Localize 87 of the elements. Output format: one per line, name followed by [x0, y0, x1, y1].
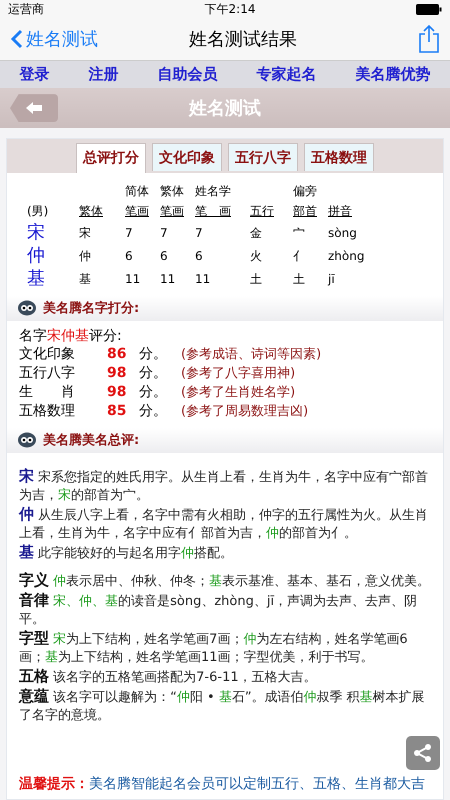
- arrow-left-icon: [25, 101, 43, 116]
- aspect-analysis: 五格 该名字的五格笔画搭配为7-6-11，五格大吉。: [19, 666, 318, 687]
- back-link[interactable]: 姓名测试: [10, 27, 98, 52]
- character-analysis: 仲 从生辰八字上看，名字中需有火相助，仲字的五行属性为火。从生肖上看，生肖为牛，名字中应有亻部首为吉，仲的部首为亻。: [19, 504, 430, 543]
- menu-link[interactable]: 专家起名: [256, 64, 316, 84]
- table-cell-text: 仲: [79, 248, 92, 265]
- table-cell-text: 7: [195, 224, 204, 242]
- column-header: 笔画: [160, 202, 185, 220]
- menu-link[interactable]: 自助会员: [158, 64, 218, 84]
- table-cell-text: 亻: [293, 248, 306, 265]
- score-value: 98: [107, 364, 128, 383]
- tab[interactable]: 五格数理: [304, 142, 374, 171]
- column-header: 五行: [250, 202, 275, 220]
- score-value: 85: [107, 402, 128, 421]
- table-cell-text: 11: [160, 270, 176, 288]
- aspect-analysis: 字型 宋为上下结构，姓名学笔画7画；仲为左右结构，姓名学笔画6画；基为上下结构，姓名学笔画11画；字型优美，利于书写。: [19, 628, 409, 667]
- column-header: 笔画: [125, 202, 150, 220]
- column-header: 拼音: [328, 202, 353, 220]
- table-cell-text: 火: [250, 248, 263, 265]
- table-cell-text: 7: [160, 224, 169, 242]
- score-unit: 分。: [139, 364, 168, 383]
- tip-text: 温馨提示：美名腾智能起名会员可以定制五行、五格、生肖都大吉: [19, 774, 426, 793]
- score-unit: 分。: [139, 382, 168, 402]
- share-icon[interactable]: [418, 24, 440, 54]
- mascot-icon: [17, 432, 37, 448]
- column-header: 偏旁: [293, 182, 318, 200]
- mascot-icon: [17, 300, 37, 316]
- table-cell-text: jī: [328, 270, 336, 288]
- table-cell-text: 土: [250, 270, 263, 288]
- column-header: 繁体: [160, 182, 185, 200]
- tab[interactable]: 文化印象: [152, 142, 222, 171]
- table-cell-text: 6: [125, 248, 134, 265]
- score-label: 文化印象: [19, 344, 76, 364]
- section-title: 美名腾美名总评:: [43, 432, 140, 449]
- score-unit: 分。: [139, 344, 168, 364]
- score-note: (参考成语、诗词等因素): [181, 346, 322, 364]
- score-intro: 名字宋仲基评分:: [19, 326, 123, 345]
- share-icon: [413, 743, 433, 763]
- table-cell-text: 6: [160, 248, 169, 265]
- score-note: (参考了生肖姓名学): [181, 384, 296, 402]
- column-header: 部首: [293, 202, 318, 220]
- nav-title: 姓名测试结果: [188, 28, 298, 52]
- menu-link[interactable]: 注册: [88, 64, 118, 84]
- character-analysis: 基 此字能较好的与起名用字仲搭配。: [19, 542, 234, 563]
- score-label: 五行八字: [19, 364, 76, 383]
- name-character: 宋: [27, 222, 46, 243]
- table-cell-text: 宋: [79, 224, 92, 242]
- table-cell-text: 土: [293, 270, 306, 288]
- column-header: 繁体: [79, 202, 104, 220]
- aspect-analysis: 意蕴 该名字可以趣解为：“仲阳 • 基石”。成语伯仲叔季 积基树本扩展了名字的意境。: [19, 686, 426, 725]
- table-cell-text: 7: [125, 224, 134, 242]
- score-note: (参考了周易数理吉凶): [181, 402, 310, 421]
- column-header: 笔 画: [195, 202, 232, 220]
- table-cell-text: 11: [195, 270, 212, 288]
- column-header: 简体: [125, 182, 150, 200]
- column-header: (男): [27, 202, 50, 220]
- battery-icon: [416, 4, 442, 15]
- table-cell-text: 6: [195, 248, 204, 265]
- table-cell-text: 11: [125, 270, 142, 288]
- score-label: 五格数理: [19, 402, 76, 421]
- score-value: 86: [107, 344, 128, 364]
- tab[interactable]: 总评打分: [76, 142, 146, 173]
- menu-link[interactable]: 登录: [20, 64, 50, 84]
- chevron-left-icon: [10, 29, 24, 50]
- score-note: (参考了八字喜用神): [181, 364, 296, 383]
- score-label: 生 肖: [19, 382, 76, 402]
- tab[interactable]: 五行八字: [228, 142, 298, 171]
- column-header: 姓名学: [195, 182, 232, 200]
- name-character: 仲: [27, 246, 46, 266]
- section-title: 美名腾名字打分:: [43, 300, 140, 317]
- score-unit: 分。: [139, 402, 168, 421]
- table-cell-text: sòng: [328, 224, 358, 242]
- clock: 下午2:14: [204, 1, 256, 18]
- name-character: 基: [27, 268, 46, 289]
- character-analysis: 宋 宋系您指定的姓氏用字。从生肖上看，生肖为牛，名字中应有宀部首为吉，宋的部首为宀。: [19, 466, 430, 505]
- share-button[interactable]: [406, 736, 440, 770]
- score-value: 98: [107, 382, 128, 402]
- table-cell-text: 基: [79, 270, 92, 288]
- menu-link[interactable]: 美名腾优势: [356, 64, 430, 84]
- carrier-label: 运营商: [8, 1, 44, 18]
- table-cell-text: 金: [250, 224, 263, 242]
- aspect-analysis: 字义 仲表示居中、仲秋、仲冬；基表示基准、基本、基石，意义优美。: [19, 570, 431, 591]
- back-button[interactable]: [10, 94, 58, 122]
- table-cell-text: 宀: [293, 224, 306, 242]
- page-title: 姓名测试: [188, 97, 262, 120]
- aspect-analysis: 音律 宋、仲、基的读音是sòng、zhòng、jī，声调为去声、去声、阴平。: [19, 590, 418, 629]
- table-cell-text: zhòng: [328, 248, 366, 265]
